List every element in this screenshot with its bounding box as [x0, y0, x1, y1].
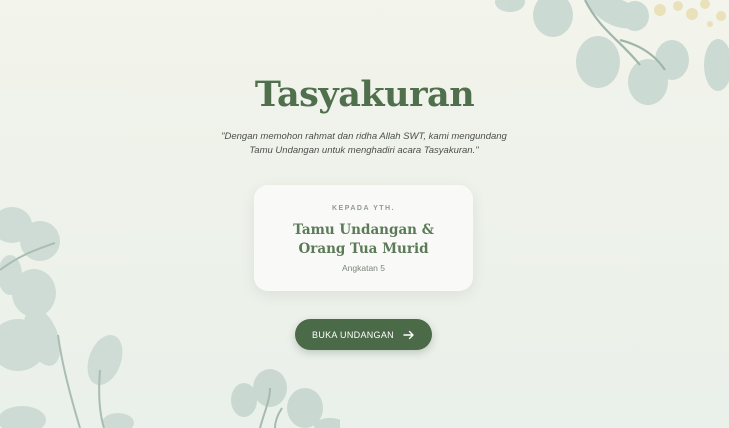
open-invitation-button[interactable]: BUKA UNDANGAN: [295, 319, 432, 350]
arrow-right-icon: [403, 329, 415, 341]
quote-line-1: "Dengan memohon rahmat dan ridha Allah S…: [221, 131, 507, 142]
invitation-quote: "Dengan memohon rahmat dan ridha Allah S…: [214, 130, 514, 158]
open-invitation-label: BUKA UNDANGAN: [312, 329, 394, 340]
guest-name: Tamu Undangan & Orang Tua Murid: [293, 222, 434, 257]
page-title: Tasyakuran: [254, 74, 475, 115]
invitation-cover: Tasyakuran "Dengan memohon rahmat dan ri…: [0, 0, 729, 428]
guest-subtitle: Angkatan 5: [341, 263, 385, 273]
guest-card: KEPADA YTH. Tamu Undangan & Orang Tua Mu…: [254, 185, 473, 291]
guest-label: KEPADA YTH.: [331, 205, 396, 212]
quote-line-2: Tamu Undangan untuk menghadiri acara Tas…: [249, 145, 479, 156]
